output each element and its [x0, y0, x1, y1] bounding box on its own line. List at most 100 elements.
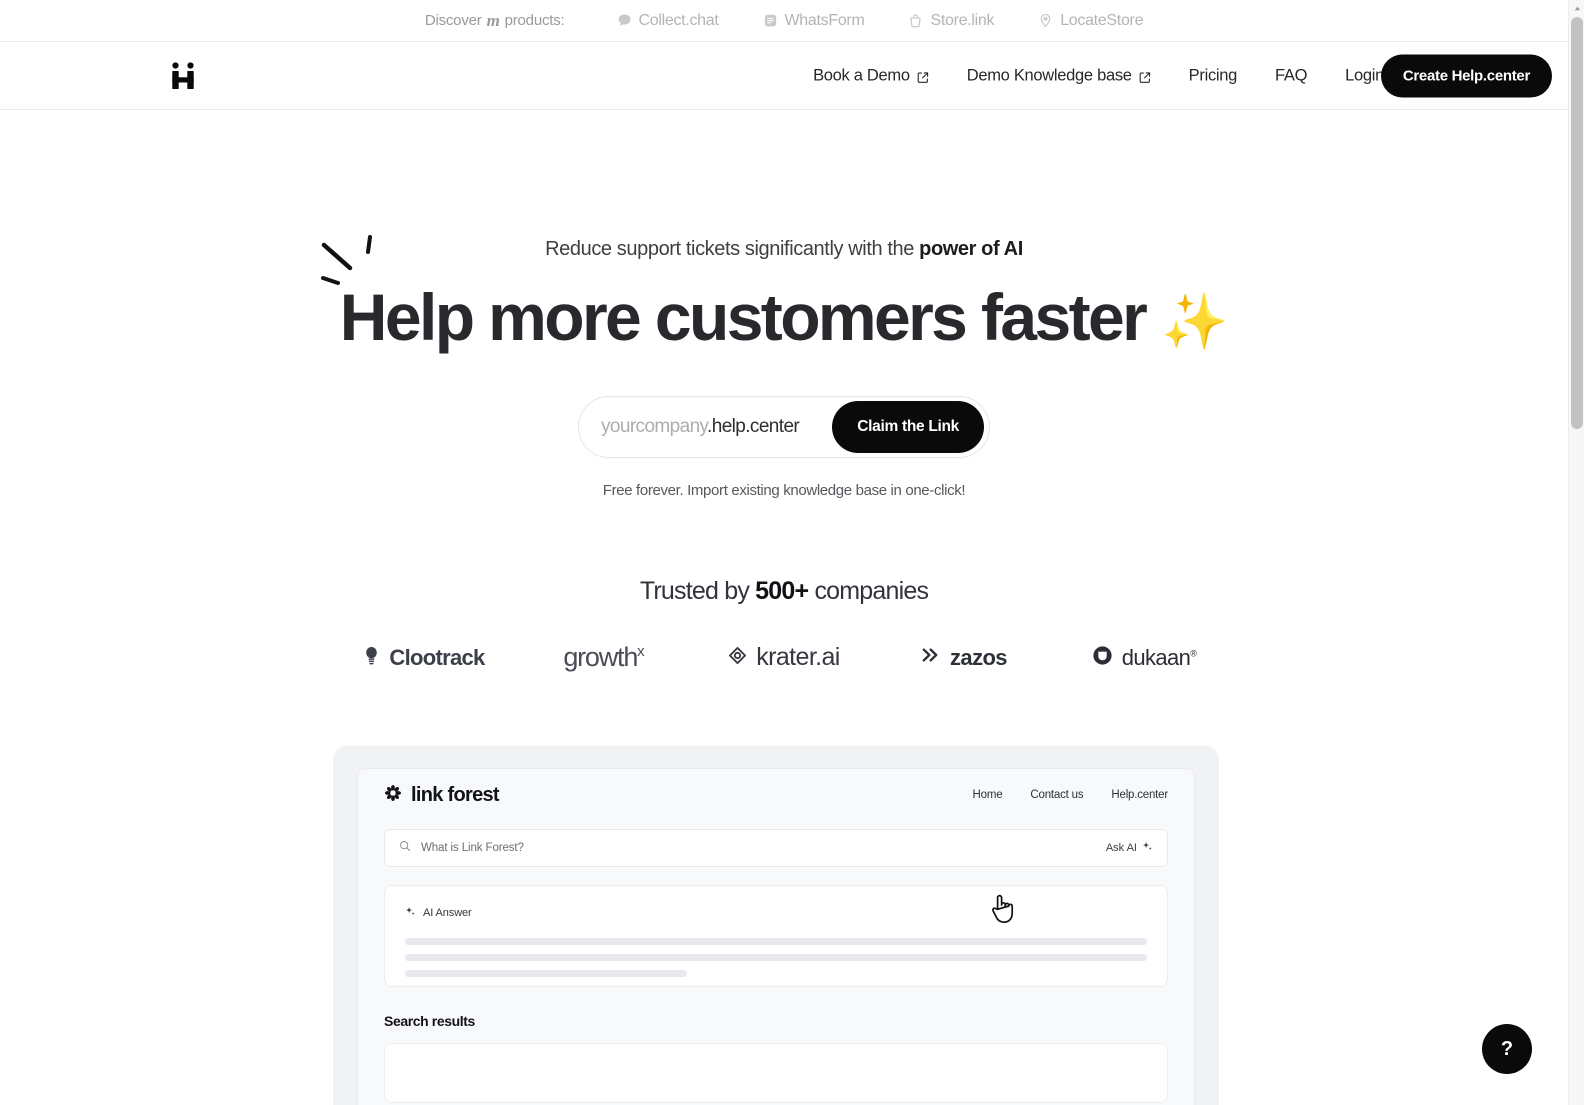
- product-label: WhatsForm: [784, 11, 865, 29]
- scrollbar-up-arrow-icon[interactable]: [1569, 0, 1584, 16]
- discover-products-label: Discover m products:: [425, 11, 565, 31]
- product-link-locatestore[interactable]: LocateStore: [1038, 12, 1143, 30]
- product-bar-inner: Discover m products: Collect.chat WhatsF…: [425, 11, 1144, 31]
- nav-link-label: Login: [1345, 66, 1384, 84]
- external-link-icon: [917, 70, 929, 83]
- mockup-nav-link-help-center[interactable]: Help.center: [1111, 789, 1168, 801]
- mockup-navigation: link forest Home Contact us Help.center: [358, 769, 1194, 821]
- skeleton-line: [405, 938, 1147, 945]
- search-results-title: Search results: [384, 1013, 475, 1029]
- mockup-search-left: What is Link Forest?: [399, 839, 524, 857]
- claim-host-suffix: .help.center: [707, 415, 800, 437]
- sparkle-icon: [405, 904, 416, 922]
- nav-link-label: FAQ: [1275, 66, 1308, 84]
- product-screenshot-frame: link forest Home Contact us Help.center …: [333, 746, 1219, 1105]
- claim-domain-display[interactable]: yourcompany.help.center: [579, 416, 832, 438]
- customer-logo-zazos: zazos: [874, 638, 1054, 678]
- customer-logo-label-wrap: dukaan®: [1122, 645, 1197, 671]
- mockup-brand: link forest: [384, 783, 500, 807]
- main-navigation: Book a Demo Demo Knowledge base Pricing …: [0, 42, 1568, 110]
- trusted-by-heading: Trusted by 500+ companies: [0, 577, 1568, 606]
- customer-logo-label-wrap: growthx: [563, 642, 644, 673]
- claim-the-link-button[interactable]: Claim the Link: [832, 400, 984, 453]
- claim-link-form: yourcompany.help.center Claim the Link: [578, 395, 990, 458]
- nav-link-login[interactable]: Login: [1345, 66, 1384, 85]
- discover-prefix: Discover: [424, 12, 482, 29]
- mockup-brand-label: link forest: [411, 783, 500, 806]
- page-scrollbar[interactable]: [1568, 0, 1584, 1105]
- nav-link-faq[interactable]: FAQ: [1275, 66, 1307, 85]
- h-umlaut-logo-icon: [172, 61, 194, 89]
- mockup-ask-ai-button[interactable]: Ask AI: [1106, 841, 1153, 855]
- search-icon: [399, 839, 411, 857]
- diamond-icon: [728, 646, 747, 670]
- customer-logo-growth-x: growthx: [514, 638, 694, 678]
- mockup-nav-link-home[interactable]: Home: [973, 789, 1003, 801]
- page-title-text: Help more customers faster: [339, 280, 1148, 354]
- ai-answer-label: AI Answer: [423, 907, 472, 919]
- create-helpcenter-button[interactable]: Create Help.center: [1380, 54, 1552, 97]
- mockup-search-query: What is Link Forest?: [421, 842, 524, 854]
- customer-logo-label: Clootrack: [389, 644, 485, 670]
- product-link-whatsform[interactable]: WhatsForm: [763, 12, 865, 30]
- decorative-strokes: [316, 235, 386, 290]
- smiley-bag-icon: [1092, 645, 1113, 671]
- helpcenter-logo[interactable]: [166, 59, 200, 93]
- chat-bubble-icon: [617, 13, 632, 28]
- customer-logo-superscript: x: [637, 643, 645, 661]
- customer-logo-superscript: ®: [1190, 648, 1197, 659]
- hero-eyebrow-plain: Reduce support tickets significantly wit…: [545, 238, 920, 260]
- trusted-prefix: Trusted by: [639, 576, 756, 605]
- discover-suffix: products:: [504, 12, 565, 29]
- customer-logo-clootrack: Clootrack: [334, 638, 514, 678]
- mediocre-logo-mark: m: [486, 10, 500, 30]
- sparkles-emoji: ✨: [1160, 292, 1229, 352]
- nav-link-demo-knowledge-base[interactable]: Demo Knowledge base: [967, 66, 1151, 85]
- nav-link-label: Demo Knowledge base: [966, 66, 1132, 84]
- mockup-body: AI Answer Search results: [358, 885, 1194, 1103]
- customer-logo-dukaan: dukaan®: [1054, 638, 1234, 678]
- pointing-hand-cursor: [989, 892, 1015, 926]
- customer-logos: Clootrack growthx krater.ai zazos dukaan…: [0, 638, 1568, 678]
- scrollbar-thumb[interactable]: [1571, 17, 1583, 429]
- mockup-ask-ai-label: Ask AI: [1105, 842, 1137, 854]
- map-pin-icon: [1038, 13, 1053, 28]
- product-announcement-bar: Discover m products: Collect.chat WhatsF…: [0, 0, 1568, 42]
- mockup-search-bar[interactable]: What is Link Forest? Ask AI: [384, 829, 1168, 867]
- external-link-icon: [1139, 70, 1151, 83]
- claim-form-wrapper: yourcompany.help.center Claim the Link: [0, 395, 1568, 458]
- nav-link-label: Pricing: [1188, 66, 1238, 84]
- product-label: Store.link: [930, 11, 995, 29]
- product-screenshot: link forest Home Contact us Help.center …: [357, 768, 1195, 1105]
- shopping-bag-icon: [908, 13, 923, 28]
- hero-section: Reduce support tickets significantly wit…: [0, 110, 1568, 678]
- page-title: Help more customers faster ✨: [0, 281, 1568, 354]
- sparkle-icon: [1142, 841, 1153, 855]
- hero-subnote: Free forever. Import existing knowledge …: [602, 481, 966, 499]
- product-label: Collect.chat: [638, 11, 719, 29]
- mockup-nav-link-contact-us[interactable]: Contact us: [1030, 789, 1083, 801]
- nav-link-label: Book a Demo: [813, 66, 910, 84]
- product-label: LocateStore: [1060, 11, 1144, 29]
- nav-link-pricing[interactable]: Pricing: [1188, 66, 1238, 85]
- product-link-collect-chat[interactable]: Collect.chat: [617, 12, 719, 30]
- hero-eyebrow: Reduce support tickets significantly wit…: [0, 238, 1568, 261]
- nav-links: Book a Demo Demo Knowledge base Pricing …: [813, 66, 1384, 85]
- nav-link-book-a-demo[interactable]: Book a Demo: [813, 66, 929, 85]
- product-link-store-link[interactable]: Store.link: [908, 12, 994, 30]
- mockup-nav-links: Home Contact us Help.center: [973, 789, 1169, 801]
- skeleton-line: [405, 970, 687, 977]
- trusted-suffix: companies: [808, 576, 929, 605]
- landing-page: Discover m products: Collect.chat WhatsF…: [0, 0, 1584, 1105]
- flower-icon: [384, 784, 402, 807]
- search-result-card[interactable]: [384, 1043, 1168, 1103]
- skeleton-line: [405, 954, 1147, 961]
- customer-logo-label: krater.ai: [756, 643, 840, 672]
- trusted-count: 500+: [755, 576, 809, 605]
- ai-answer-card: AI Answer: [384, 885, 1168, 987]
- form-icon: [763, 13, 778, 28]
- claim-subdomain-placeholder: yourcompany: [601, 415, 708, 437]
- customer-logo-krater-ai: krater.ai: [694, 638, 874, 678]
- double-chevron-icon: [921, 646, 941, 669]
- help-button[interactable]: ?: [1482, 1024, 1532, 1074]
